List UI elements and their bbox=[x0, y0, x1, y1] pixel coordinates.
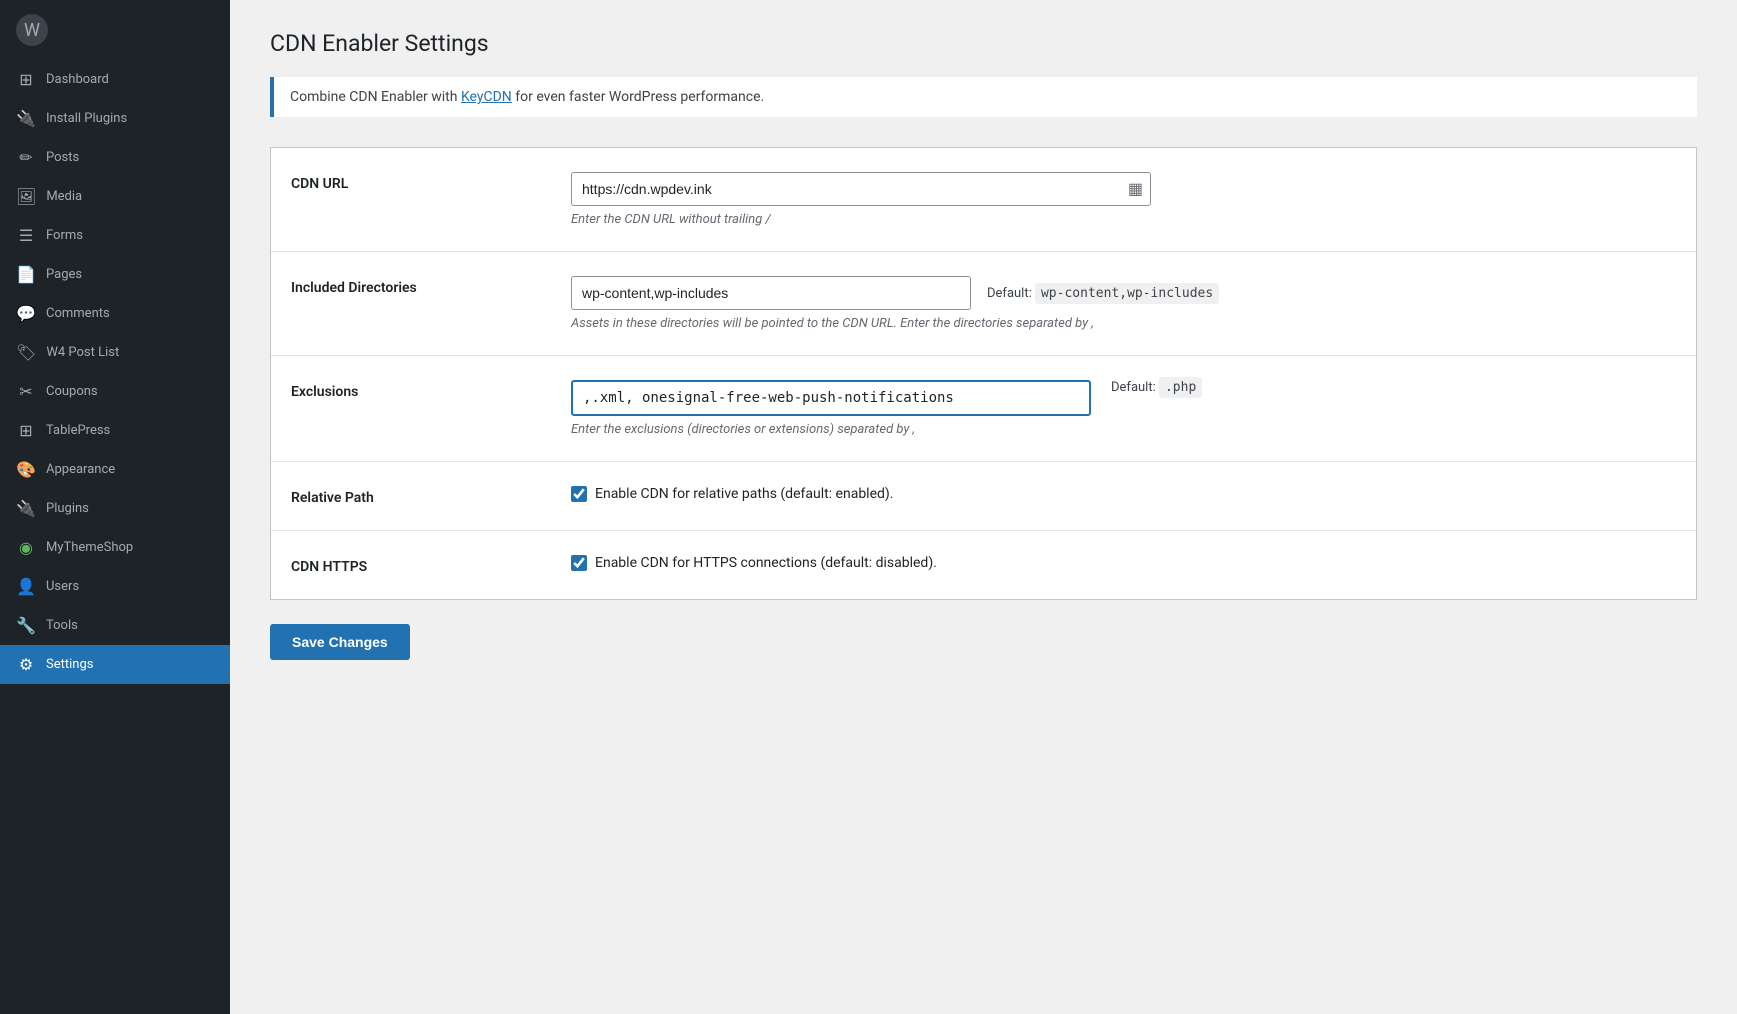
included-directories-control: Default: wp-content,wp-includes Assets i… bbox=[571, 276, 1676, 331]
relative-path-row: Relative Path Enable CDN for relative pa… bbox=[271, 462, 1696, 531]
cdn-url-hint: Enter the CDN URL without trailing / bbox=[571, 212, 1676, 227]
sidebar-item-label: Posts bbox=[46, 150, 79, 165]
sidebar-item-mythemeshop[interactable]: ◉ MyThemeShop bbox=[0, 528, 230, 567]
sidebar-item-posts[interactable]: ✏ Posts bbox=[0, 138, 230, 177]
sidebar-item-label: Forms bbox=[46, 228, 83, 243]
cdn-url-input[interactable] bbox=[571, 172, 1151, 206]
cdn-url-label: CDN URL bbox=[291, 172, 551, 192]
cdn-url-row: CDN URL ▦ Enter the CDN URL without trai… bbox=[271, 148, 1696, 252]
coupons-icon: ✂ bbox=[16, 382, 36, 401]
notice-text: Combine CDN Enabler with bbox=[290, 89, 461, 105]
included-directories-default-label: Default: wp-content,wp-includes bbox=[987, 286, 1219, 301]
cdn-url-control: ▦ Enter the CDN URL without trailing / bbox=[571, 172, 1676, 227]
sidebar-logo: W bbox=[0, 0, 230, 60]
sidebar-item-label: Media bbox=[46, 189, 82, 204]
cdn-https-checkbox-text: Enable CDN for HTTPS connections (defaul… bbox=[595, 555, 937, 571]
exclusions-row: Exclusions Default: .php Enter the exclu… bbox=[271, 356, 1696, 462]
sidebar-item-pages[interactable]: 📄 Pages bbox=[0, 255, 230, 294]
sidebar-item-label: Users bbox=[46, 579, 79, 594]
sidebar-item-install-plugins[interactable]: 🔌 Install Plugins bbox=[0, 99, 230, 138]
sidebar-item-label: Install Plugins bbox=[46, 111, 127, 126]
exclusions-default-value: .php bbox=[1159, 377, 1202, 398]
sidebar-item-media[interactable]: 🖼 Media bbox=[0, 177, 230, 216]
included-directories-input[interactable] bbox=[571, 276, 971, 310]
cdn-url-icon-button[interactable]: ▦ bbox=[1128, 179, 1143, 199]
relative-path-checkbox-label[interactable]: Enable CDN for relative paths (default: … bbox=[571, 486, 1676, 502]
sidebar-item-label: Plugins bbox=[46, 501, 89, 516]
cdn-https-label: CDN HTTPS bbox=[291, 555, 551, 575]
w4-post-list-icon: 🏷 bbox=[16, 343, 36, 362]
included-directories-default-value: wp-content,wp-includes bbox=[1035, 283, 1219, 304]
relative-path-label: Relative Path bbox=[291, 486, 551, 506]
plugins-icon: 🔌 bbox=[16, 499, 36, 518]
relative-path-control: Enable CDN for relative paths (default: … bbox=[571, 486, 1676, 502]
pages-icon: 📄 bbox=[16, 265, 36, 284]
sidebar-item-tablepress[interactable]: ⊞ TablePress bbox=[0, 411, 230, 450]
cdn-https-row: CDN HTTPS Enable CDN for HTTPS connectio… bbox=[271, 531, 1696, 599]
wp-logo-icon: W bbox=[16, 14, 48, 46]
exclusions-input[interactable] bbox=[571, 380, 1091, 416]
exclusions-control: Default: .php Enter the exclusions (dire… bbox=[571, 380, 1676, 437]
sidebar-item-comments[interactable]: 💬 Comments bbox=[0, 294, 230, 333]
forms-icon: ☰ bbox=[16, 226, 36, 245]
sidebar-item-settings[interactable]: ⚙ Settings bbox=[0, 645, 230, 684]
sidebar-item-coupons[interactable]: ✂ Coupons bbox=[0, 372, 230, 411]
sidebar-item-label: Coupons bbox=[46, 384, 98, 399]
page-title: CDN Enabler Settings bbox=[270, 30, 1697, 57]
exclusions-hint: Enter the exclusions (directories or ext… bbox=[571, 422, 1676, 437]
sidebar-item-label: MyThemeShop bbox=[46, 540, 133, 555]
sidebar-item-dashboard[interactable]: ⊞ Dashboard bbox=[0, 60, 230, 99]
sidebar-item-label: Dashboard bbox=[46, 72, 109, 87]
sidebar-item-label: TablePress bbox=[46, 423, 110, 438]
sidebar-item-users[interactable]: 👤 Users bbox=[0, 567, 230, 606]
sidebar-item-label: Appearance bbox=[46, 462, 115, 477]
dashboard-icon: ⊞ bbox=[16, 70, 36, 89]
cdn-https-control: Enable CDN for HTTPS connections (defaul… bbox=[571, 555, 1676, 571]
included-directories-label: Included Directories bbox=[291, 276, 551, 296]
sidebar-item-label: Comments bbox=[46, 306, 110, 321]
main-content: CDN Enabler Settings Combine CDN Enabler… bbox=[230, 0, 1737, 1014]
tablepress-icon: ⊞ bbox=[16, 421, 36, 440]
relative-path-checkbox[interactable] bbox=[571, 486, 587, 502]
sidebar-item-plugins[interactable]: 🔌 Plugins bbox=[0, 489, 230, 528]
sidebar-item-forms[interactable]: ☰ Forms bbox=[0, 216, 230, 255]
relative-path-checkbox-text: Enable CDN for relative paths (default: … bbox=[595, 486, 893, 502]
posts-icon: ✏ bbox=[16, 148, 36, 167]
sidebar-item-label: Settings bbox=[46, 657, 93, 672]
tools-icon: 🔧 bbox=[16, 616, 36, 635]
included-directories-hint: Assets in these directories will be poin… bbox=[571, 316, 1676, 331]
included-directories-inline: Default: wp-content,wp-includes bbox=[571, 276, 1676, 310]
cdn-https-checkbox[interactable] bbox=[571, 555, 587, 571]
exclusions-label: Exclusions bbox=[291, 380, 551, 400]
sidebar-item-label: Tools bbox=[46, 618, 78, 633]
appearance-icon: 🎨 bbox=[16, 460, 36, 479]
exclusions-inline: Default: .php bbox=[571, 380, 1676, 416]
exclusions-default-label: Default: .php bbox=[1111, 380, 1202, 395]
save-changes-button[interactable]: Save Changes bbox=[270, 624, 410, 660]
sidebar-item-label: Pages bbox=[46, 267, 82, 282]
settings-form: CDN URL ▦ Enter the CDN URL without trai… bbox=[270, 147, 1697, 600]
sidebar-item-tools[interactable]: 🔧 Tools bbox=[0, 606, 230, 645]
comments-icon: 💬 bbox=[16, 304, 36, 323]
included-directories-row: Included Directories Default: wp-content… bbox=[271, 252, 1696, 356]
sidebar-item-appearance[interactable]: 🎨 Appearance bbox=[0, 450, 230, 489]
settings-icon: ⚙ bbox=[16, 655, 36, 674]
keycdn-link[interactable]: KeyCDN bbox=[461, 89, 512, 105]
media-icon: 🖼 bbox=[16, 187, 36, 206]
cdn-https-checkbox-label[interactable]: Enable CDN for HTTPS connections (defaul… bbox=[571, 555, 1676, 571]
sidebar-item-label: W4 Post List bbox=[46, 345, 119, 360]
mythemeshop-icon: ◉ bbox=[16, 538, 36, 557]
notice-text-after: for even faster WordPress performance. bbox=[512, 89, 764, 105]
install-plugins-icon: 🔌 bbox=[16, 109, 36, 128]
notice-banner: Combine CDN Enabler with KeyCDN for even… bbox=[270, 77, 1697, 117]
cdn-url-input-wrapper: ▦ bbox=[571, 172, 1151, 206]
users-icon: 👤 bbox=[16, 577, 36, 596]
sidebar: W ⊞ Dashboard 🔌 Install Plugins ✏ Posts … bbox=[0, 0, 230, 1014]
sidebar-item-w4-post-list[interactable]: 🏷 W4 Post List bbox=[0, 333, 230, 372]
